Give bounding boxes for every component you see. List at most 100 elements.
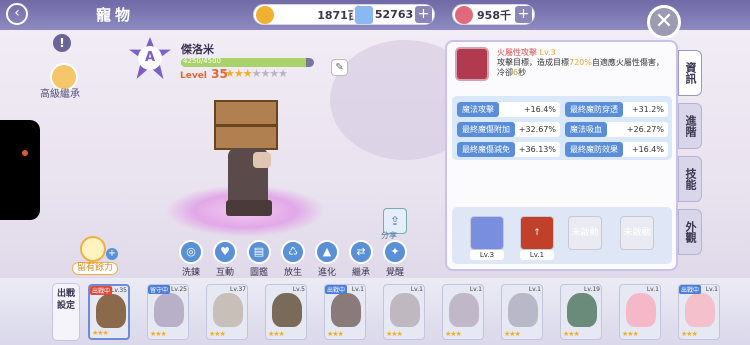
book-icon: ▤ [247,240,271,264]
action-release[interactable]: ♺ 放生 [279,240,307,278]
skill-slot[interactable]: ↑ Lv.1 [520,216,554,260]
skill-desc-highlight: 720% [569,58,592,67]
stat-key: 最終魔傷減免 [457,142,515,157]
card-level: Lv.1 [705,286,718,293]
inherit-icon: ⇄ [349,240,373,264]
stars-empty: ★★★★ [251,67,288,80]
roster-card[interactable]: Lv.25 留守中 ★★★ [147,284,189,340]
camera-notch [0,120,40,220]
roster-card[interactable]: Lv.19 ★★★ [560,284,602,340]
exp-text: 4250/4500 [183,57,221,65]
card-level: Lv.1 [646,286,659,293]
diamond-icon [355,5,373,24]
resource-ticket: 958千 + [452,4,535,25]
card-stars: ★★★ [92,329,109,337]
pet-name: 傑洛米 [181,43,214,56]
card-stars: ★★★ [563,330,580,338]
stat-row: 最終魔防效果 +16.4% [565,142,668,157]
stat-row: 魔法攻擊 +16.4% [457,102,560,117]
add-food-button[interactable]: + [106,248,118,260]
roster-card[interactable]: Lv.1 ★★★ [501,284,543,340]
food-label: 留有餘力 [72,262,118,275]
stat-value: +32.67% [518,125,556,134]
roster-card[interactable]: Lv.35 出戰中 ★★★ [88,284,130,340]
card-stars: ★★★ [681,330,698,338]
level-prefix: Level [180,71,207,81]
info-icon[interactable]: ! [53,34,71,52]
roster-card[interactable]: Lv.5 ★★★ [265,284,307,340]
skill-name: 火屬性攻擊 Lv.3 [497,47,556,58]
fire-up-icon: ↑ [520,216,554,250]
grade-badge: A [138,46,162,70]
heart-icon: ♥ [213,240,237,264]
action-codex[interactable]: ▤ 圖鑑 [245,240,273,278]
close-icon[interactable]: ✕ [647,5,681,39]
action-interact[interactable]: ♥ 互動 [211,240,239,278]
camera-dot [22,150,28,156]
status-badge: 留守中 [148,285,171,294]
skill-slot[interactable]: 未啟動 [620,216,654,260]
skill-slot[interactable]: 未啟動 [568,216,602,260]
ticket-value: 958千 [477,8,511,22]
card-level: Lv.19 [584,286,600,293]
pet-sprite-legs [226,200,272,216]
tab-appearance[interactable]: 外觀 [678,209,702,255]
roster-card[interactable]: Lv.1 ★★★ [442,284,484,340]
stat-key: 魔法吸血 [565,122,607,137]
tab-info[interactable]: 資訊 [678,50,702,96]
stat-key: 最終魔傷附加 [457,122,515,137]
ticket-icon [455,5,473,24]
skill-slot[interactable]: Lv.3 [470,216,504,260]
pet-portrait [508,293,538,327]
back-icon[interactable]: ‹ [6,3,28,25]
roster-card[interactable]: Lv.37 ★★★ [206,284,248,340]
tab-advanced[interactable]: 進階 [678,103,702,149]
stat-value: +26.27% [626,125,664,134]
action-evolve[interactable]: ▲ 進化 [313,240,341,278]
card-level: Lv.1 [351,286,364,293]
add-diamond-button[interactable]: + [415,6,432,23]
card-level: Lv.1 [528,286,541,293]
food-icon[interactable] [80,236,106,262]
awaken-icon: ✦ [383,240,407,264]
wash-icon: ◎ [179,240,203,264]
inherit-label: 高級繼承 [40,89,80,100]
roster-card[interactable]: Lv.1 ★★★ [383,284,425,340]
action-inherit[interactable]: ⇄ 繼承 [347,240,375,278]
card-stars: ★★★ [268,330,285,338]
pet-portrait [272,293,302,327]
rename-button[interactable]: ✎ [331,59,348,76]
skill-level: Lv.3 [539,48,556,57]
pet-portrait [567,293,597,327]
pet-portrait [685,293,715,327]
fire-skill-icon[interactable] [455,47,489,81]
add-ticket-button[interactable]: + [515,6,532,23]
tab-skills[interactable]: 技能 [678,156,702,202]
stat-value: +16.4% [523,105,556,114]
skill-description: 攻擊目標，造成目標720%自適應火屬性傷害，冷卻6秒 [497,58,667,78]
roster-card[interactable]: Lv.1 出戰中 ★★★ [678,284,720,340]
pet-stars: ★★★★★★★ [225,67,288,80]
card-stars: ★★★ [209,330,226,338]
pet-portrait [390,293,420,327]
stat-value: +31.2% [631,105,664,114]
deploy-settings-button[interactable]: 出戰設定 [52,283,80,341]
action-awaken[interactable]: ✦ 覺醒 [381,240,409,278]
card-stars: ★★★ [327,330,344,338]
pet-portrait [96,294,126,328]
stat-key: 最終魔防穿透 [565,102,623,117]
action-wash[interactable]: ◎ 洗鍊 [177,240,205,278]
slot-level: Lv.3 [470,250,504,260]
stat-key: 最終魔防效果 [565,142,623,157]
roster-card[interactable]: Lv.1 出戰中 ★★★ [324,284,366,340]
pet-portrait [213,293,243,327]
resource-diamond: 52763 + [352,4,435,25]
roster-card[interactable]: Lv.1 ★★★ [619,284,661,340]
pet-portrait [626,293,656,327]
action-label: 覺醒 [385,268,404,278]
stars-filled: ★★★ [225,67,253,80]
card-stars: ★★★ [150,330,167,338]
pet-sprite-box [214,100,278,150]
status-badge: 出戰中 [90,286,113,295]
page-title: 寵物 [96,6,135,24]
